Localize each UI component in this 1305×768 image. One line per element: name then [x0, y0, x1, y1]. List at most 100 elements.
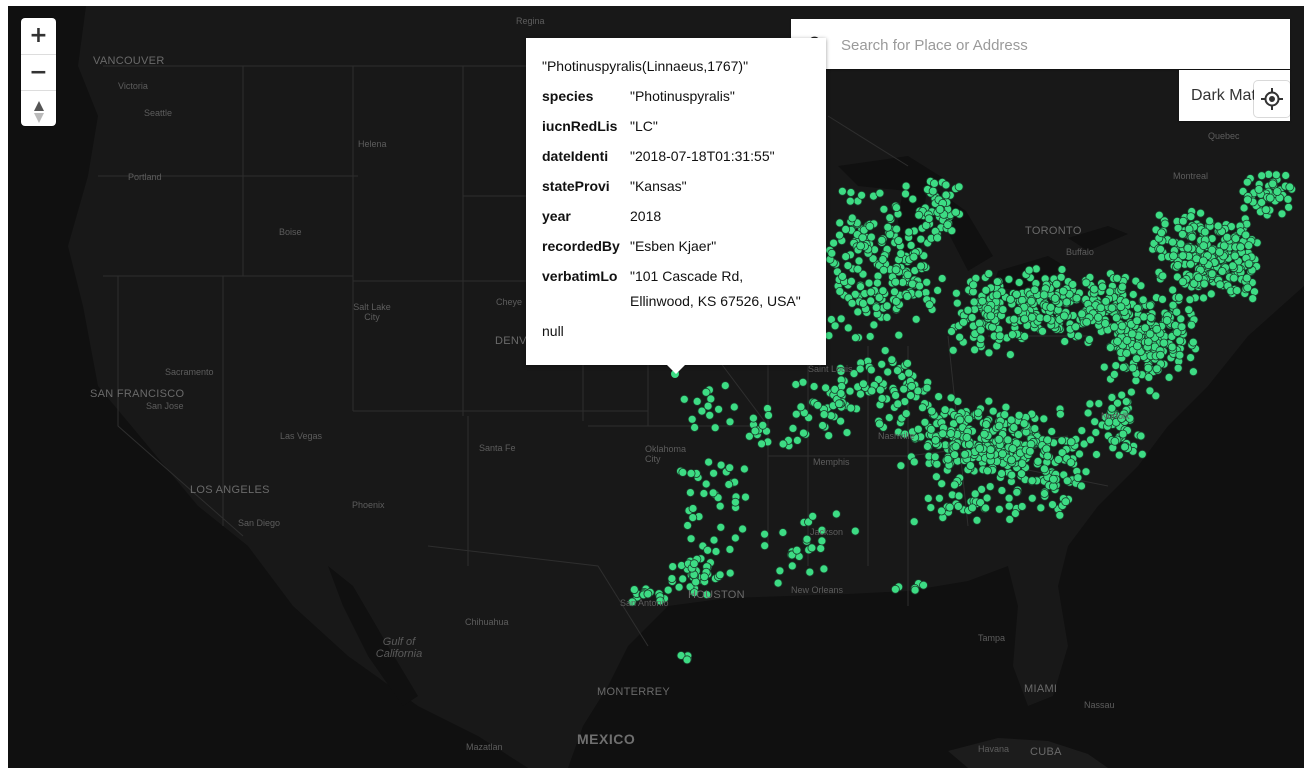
occurrence-point[interactable] [1119, 362, 1128, 372]
occurrence-point[interactable] [866, 365, 876, 375]
occurrence-point[interactable] [1057, 265, 1067, 274]
occurrence-point[interactable] [1024, 265, 1034, 275]
occurrence-point[interactable] [994, 421, 1004, 431]
occurrence-point[interactable] [891, 296, 901, 306]
occurrence-point[interactable] [701, 479, 711, 489]
occurrence-point[interactable] [986, 311, 996, 321]
occurrence-point[interactable] [979, 429, 989, 439]
occurrence-point[interactable] [1177, 322, 1187, 332]
occurrence-point[interactable] [1109, 322, 1119, 332]
occurrence-point[interactable] [1145, 386, 1155, 396]
occurrence-point[interactable] [1047, 427, 1057, 436]
occurrence-point[interactable] [960, 449, 970, 459]
occurrence-point[interactable] [827, 248, 837, 258]
occurrence-point[interactable] [995, 331, 1005, 341]
occurrence-point[interactable] [1236, 242, 1245, 252]
occurrence-point[interactable] [1113, 336, 1122, 346]
occurrence-point[interactable] [1050, 293, 1060, 303]
occurrence-point[interactable] [787, 561, 797, 571]
occurrence-point[interactable] [894, 330, 904, 340]
occurrence-point[interactable] [667, 574, 677, 583]
occurrence-point[interactable] [1112, 313, 1121, 323]
occurrence-point[interactable] [1114, 450, 1124, 460]
occurrence-point[interactable] [703, 545, 712, 555]
occurrence-point[interactable] [966, 461, 975, 471]
zoom-in-button[interactable]: + [21, 18, 56, 54]
occurrence-point[interactable] [841, 252, 851, 262]
occurrence-point[interactable] [709, 468, 718, 478]
occurrence-point[interactable] [995, 504, 1004, 514]
occurrence-point[interactable] [1012, 487, 1022, 497]
occurrence-point[interactable] [847, 298, 857, 308]
occurrence-point[interactable] [668, 562, 678, 571]
occurrence-point[interactable] [1239, 203, 1249, 213]
occurrence-point[interactable] [1004, 274, 1014, 284]
occurrence-point[interactable] [1008, 330, 1017, 340]
occurrence-point[interactable] [1132, 354, 1141, 364]
occurrence-point[interactable] [1157, 228, 1166, 238]
occurrence-point[interactable] [750, 426, 760, 436]
occurrence-point[interactable] [835, 230, 844, 240]
occurrence-point[interactable] [1014, 278, 1024, 287]
occurrence-point[interactable] [808, 511, 818, 521]
occurrence-point[interactable] [1173, 260, 1183, 270]
occurrence-point[interactable] [1007, 470, 1017, 480]
occurrence-point[interactable] [1136, 281, 1146, 291]
occurrence-point[interactable] [1160, 219, 1170, 229]
occurrence-point[interactable] [1066, 437, 1076, 447]
occurrence-point[interactable] [1026, 296, 1036, 306]
occurrence-point[interactable] [711, 547, 721, 556]
occurrence-point[interactable] [935, 493, 944, 503]
occurrence-point[interactable] [941, 190, 951, 200]
occurrence-point[interactable] [976, 325, 986, 335]
occurrence-point[interactable] [760, 541, 770, 551]
occurrence-point[interactable] [1168, 285, 1178, 295]
occurrence-point[interactable] [1071, 322, 1081, 332]
occurrence-point[interactable] [928, 186, 938, 196]
occurrence-point[interactable] [947, 327, 956, 336]
occurrence-point[interactable] [1285, 182, 1295, 192]
occurrence-point[interactable] [906, 240, 916, 250]
occurrence-point[interactable] [1152, 364, 1162, 374]
occurrence-point[interactable] [690, 423, 699, 432]
occurrence-point[interactable] [729, 402, 739, 412]
occurrence-point[interactable] [891, 390, 900, 400]
occurrence-point[interactable] [838, 272, 847, 281]
occurrence-point[interactable] [925, 300, 934, 310]
occurrence-point[interactable] [981, 503, 990, 513]
occurrence-point[interactable] [1006, 294, 1015, 304]
occurrence-point[interactable] [807, 543, 817, 553]
occurrence-point[interactable] [1107, 303, 1117, 313]
occurrence-point[interactable] [1156, 244, 1165, 254]
occurrence-point[interactable] [997, 486, 1007, 495]
occurrence-point[interactable] [1040, 464, 1049, 474]
occurrence-point[interactable] [963, 305, 973, 315]
occurrence-point[interactable] [943, 220, 953, 230]
occurrence-point[interactable] [1187, 320, 1196, 330]
occurrence-point[interactable] [902, 291, 912, 301]
occurrence-point[interactable] [643, 589, 653, 599]
occurrence-point[interactable] [906, 391, 915, 400]
occurrence-point[interactable] [981, 285, 991, 295]
occurrence-point[interactable] [997, 469, 1006, 478]
occurrence-point[interactable] [1017, 459, 1027, 469]
occurrence-point[interactable] [842, 428, 852, 438]
occurrence-point[interactable] [674, 582, 684, 592]
occurrence-point[interactable] [969, 297, 979, 307]
occurrence-point[interactable] [959, 317, 968, 327]
occurrence-point[interactable] [813, 400, 823, 410]
occurrence-point[interactable] [679, 394, 689, 404]
occurrence-point[interactable] [819, 410, 829, 419]
occurrence-point[interactable] [1138, 295, 1148, 305]
occurrence-point[interactable] [920, 417, 930, 427]
occurrence-point[interactable] [857, 190, 866, 200]
occurrence-point[interactable] [1116, 302, 1126, 312]
occurrence-point[interactable] [1122, 348, 1131, 358]
occurrence-point[interactable] [1205, 216, 1214, 226]
occurrence-point[interactable] [687, 414, 697, 424]
occurrence-point[interactable] [1131, 376, 1141, 386]
occurrence-point[interactable] [778, 528, 788, 537]
occurrence-point[interactable] [1243, 195, 1252, 205]
occurrence-point[interactable] [824, 331, 834, 341]
occurrence-point[interactable] [1081, 467, 1091, 477]
